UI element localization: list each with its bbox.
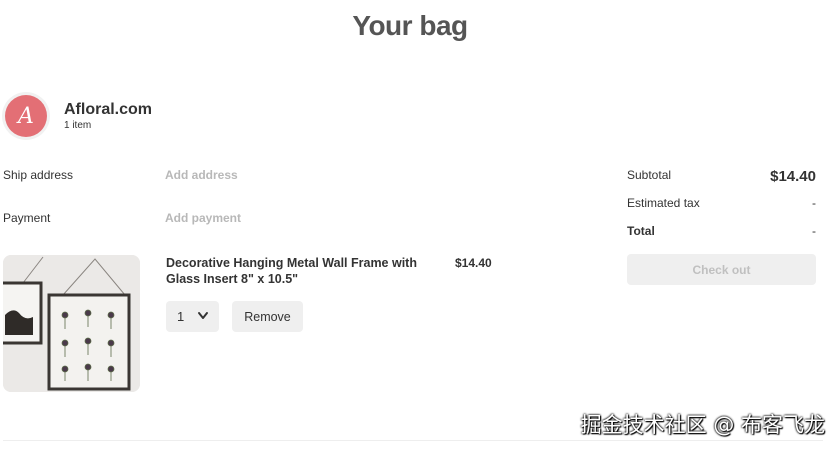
total-label: Total xyxy=(627,224,655,238)
quantity-value: 1 xyxy=(177,309,185,324)
ship-address-label: Ship address xyxy=(3,168,74,182)
merchant-header: A Afloral.com 1 item xyxy=(5,95,152,137)
payment-label: Payment xyxy=(3,211,51,225)
page-title: Your bag xyxy=(352,10,468,41)
chevron-down-icon xyxy=(198,312,208,319)
product-image[interactable] xyxy=(3,255,140,392)
watermark: 掘金技术社区 @ 布客飞龙 xyxy=(580,413,825,437)
add-address-link[interactable]: Add address xyxy=(165,168,238,182)
merchant-item-count: 1 item xyxy=(64,119,92,131)
add-payment-link[interactable]: Add payment xyxy=(165,211,241,225)
subtotal-label: Subtotal xyxy=(627,168,672,182)
bottom-divider xyxy=(3,440,823,441)
estimated-tax-value: - xyxy=(812,196,816,210)
product-name[interactable]: Decorative Hanging Metal Wall Frame with… xyxy=(166,255,436,287)
merchant-avatar[interactable]: A xyxy=(5,95,47,137)
framed-pressed-flowers-image xyxy=(3,255,140,392)
product-price: $14.40 xyxy=(455,256,492,270)
estimated-tax-label: Estimated tax xyxy=(627,196,700,210)
quantity-select[interactable]: 1 xyxy=(166,301,219,332)
bag-page: Your bag A Afloral.com 1 item Ship addre… xyxy=(0,0,839,454)
checkout-button[interactable]: Check out xyxy=(627,254,816,285)
remove-button[interactable]: Remove xyxy=(232,301,303,332)
total-value: - xyxy=(812,224,816,238)
subtotal-value: $14.40 xyxy=(770,168,816,185)
merchant-name[interactable]: Afloral.com xyxy=(64,101,152,119)
